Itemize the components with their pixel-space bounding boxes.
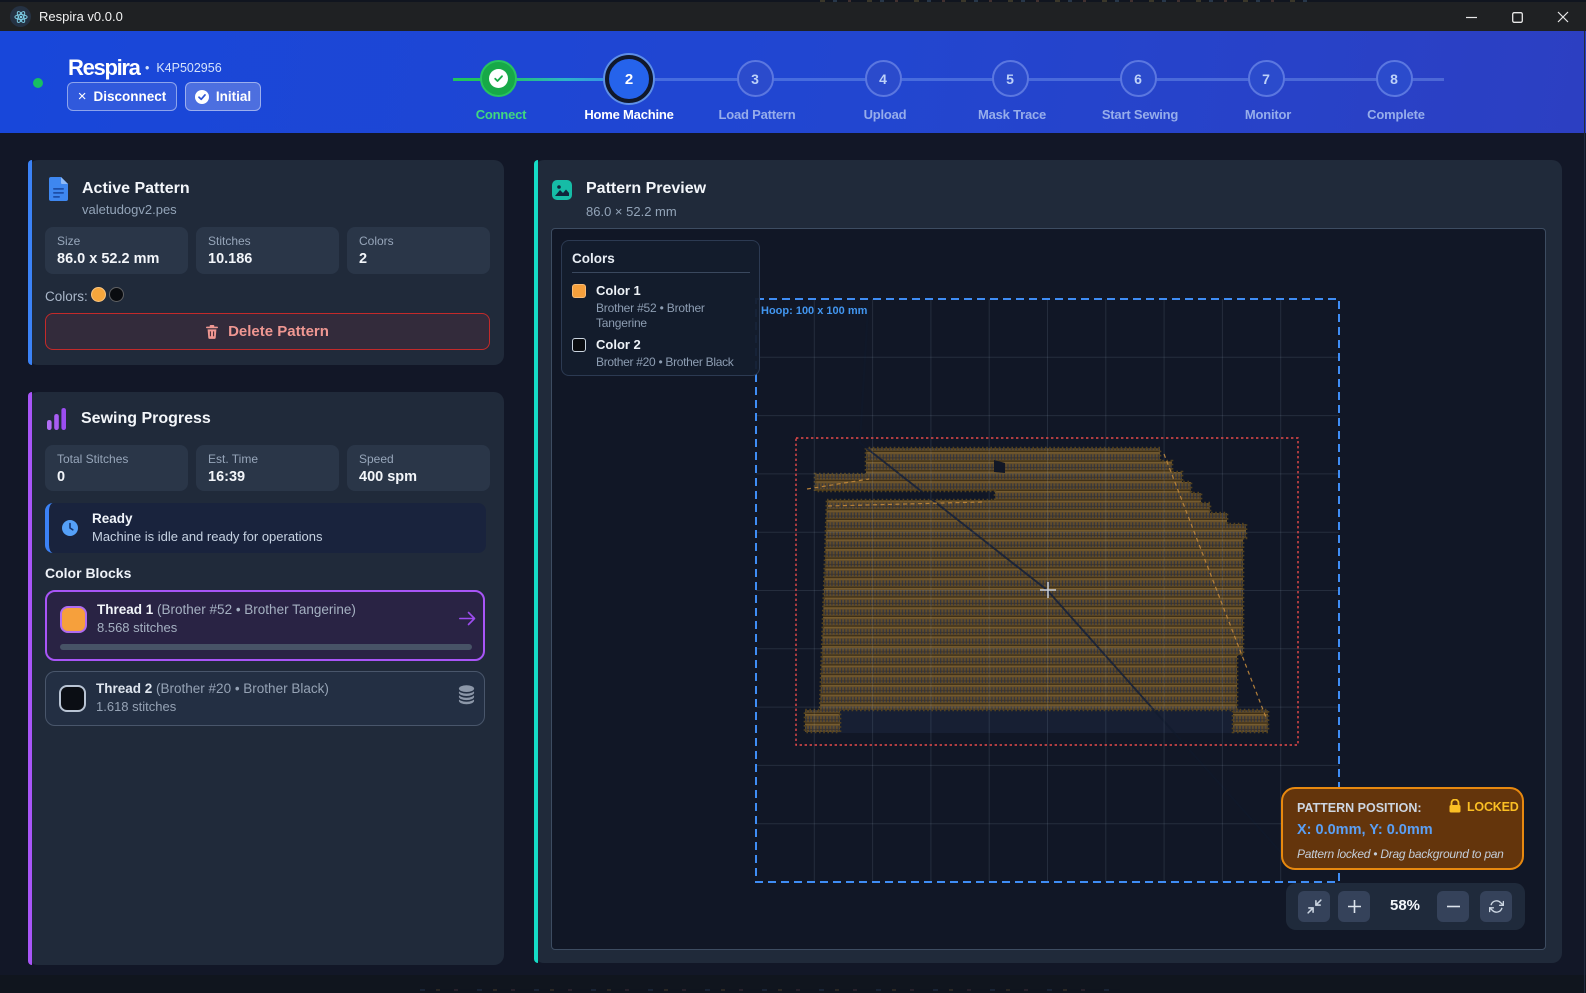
svg-text:Hoop: 100 x 100 mm: Hoop: 100 x 100 mm	[761, 305, 868, 317]
